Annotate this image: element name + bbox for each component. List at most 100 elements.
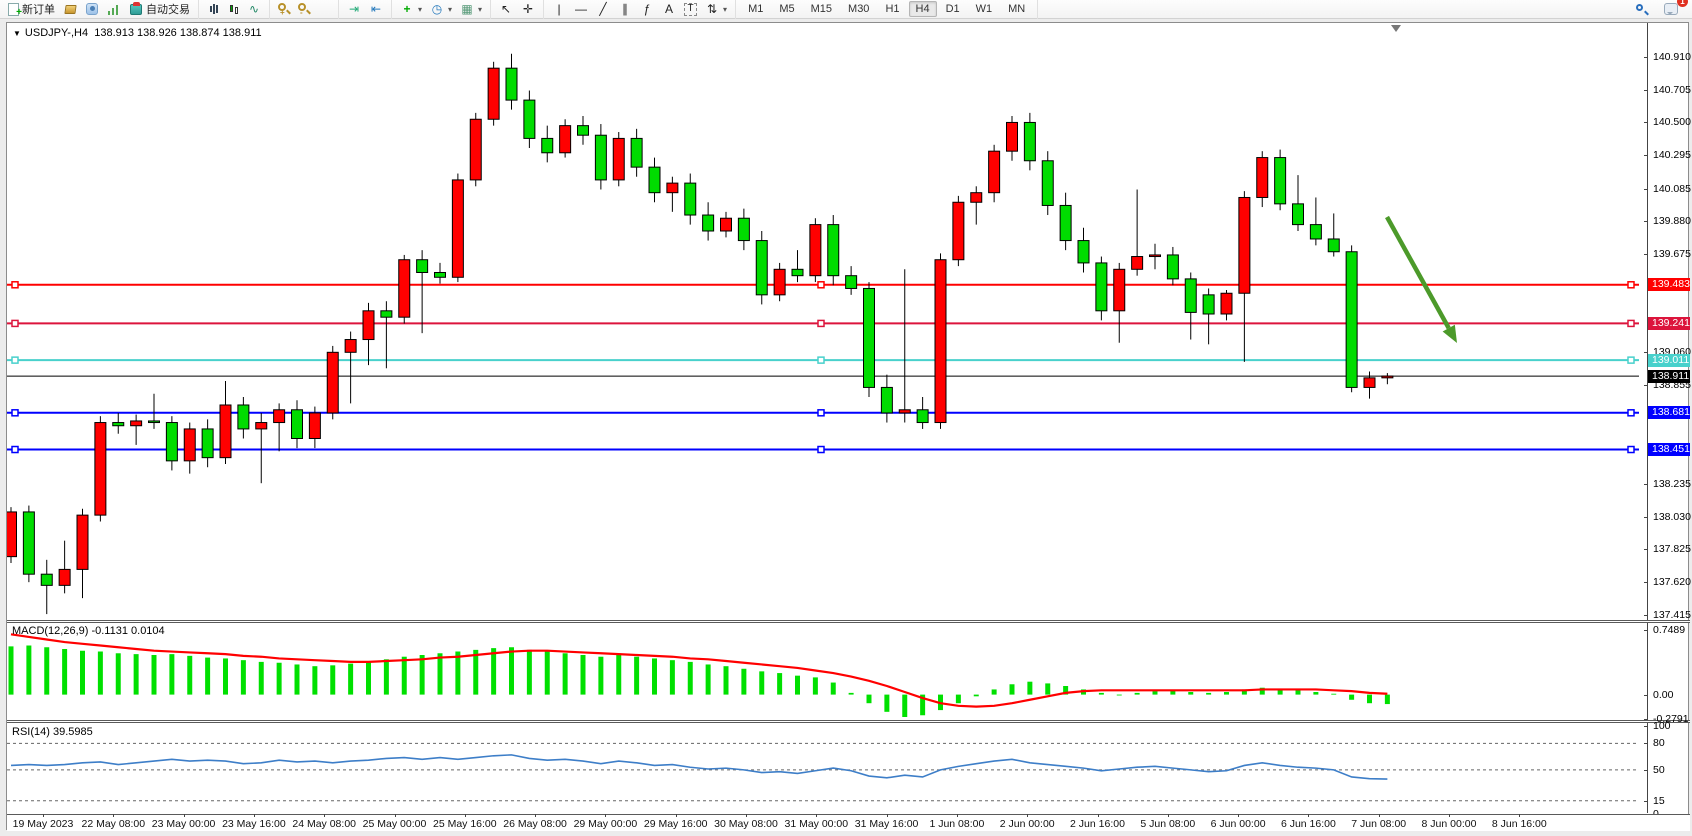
channel-tool-button[interactable]: ∥ [614,1,636,18]
timeframe-m1[interactable]: M1 [741,1,770,17]
zoom-out-button[interactable]: - [294,1,314,18]
price-tick: 140.085 [1648,183,1691,195]
timeframe-d1[interactable]: D1 [939,1,967,17]
candle-bear [881,387,892,413]
zoom-in-button[interactable]: + [274,1,294,18]
down-arrow-annotation[interactable] [1387,217,1449,328]
signals-button[interactable] [103,1,125,18]
hline-handle[interactable] [1628,282,1634,288]
candle-bull [899,410,910,413]
bar-chart-button[interactable] [203,1,225,18]
time-tick [605,814,606,817]
new-order-button[interactable]: 新订单 [4,1,59,18]
timeframe-w1[interactable]: W1 [969,1,1000,17]
hline-handle[interactable] [12,357,18,363]
timeframe-m15[interactable]: M15 [804,1,839,17]
candle-bear [1346,252,1357,388]
time-axis[interactable]: 19 May 202322 May 08:0023 May 00:0023 Ma… [7,814,1690,831]
rsi-pane[interactable] [7,724,1647,814]
candle-bull [184,429,195,461]
add-indicator-button[interactable]: +▾ [396,1,426,18]
hline-handle[interactable] [818,410,824,416]
label-tool-button[interactable]: T [680,1,701,18]
chat-button[interactable]: 1 [1660,1,1682,18]
hline-handle[interactable] [12,410,18,416]
hline-handle[interactable] [12,282,18,288]
candle-bear [1078,241,1089,263]
macd-tick: 0.00 [1648,689,1673,701]
timeframe-group: M1M5M15M30H1H4D1W1MN [736,0,1038,19]
pane-separator[interactable] [7,620,1690,623]
horizontal-line-icon: — [574,2,588,16]
auto-scroll-button[interactable]: ⇥ [343,1,365,18]
price-axis[interactable]: 140.910140.705140.500140.295140.085139.8… [1648,23,1690,813]
trendline-tool-button[interactable]: ╱ [592,1,614,18]
templates-button[interactable]: ▦▾ [456,1,486,18]
time-label: 8 Jun 16:00 [1492,818,1547,830]
candle-bull [1114,269,1125,311]
time-label: 24 May 08:00 [292,818,356,830]
chart-window[interactable]: ▼USDJPY-,H4 138.913 138.926 138.874 138.… [6,22,1689,830]
time-label: 26 May 08:00 [503,818,567,830]
candle-bear [578,126,589,136]
one-click-trading-toggle[interactable]: ▼ [13,29,21,38]
hline-handle[interactable] [1628,410,1634,416]
timeframe-h1[interactable]: H1 [878,1,906,17]
candle-bull [452,180,463,277]
metaeditor-button[interactable] [59,1,81,18]
signals-icon [108,3,120,15]
candle-bull [470,119,481,180]
time-label: 2 Jun 16:00 [1070,818,1125,830]
hline-handle[interactable] [12,447,18,453]
pane-separator[interactable] [7,720,1690,723]
time-label: 31 May 00:00 [784,818,848,830]
hline-handle[interactable] [818,357,824,363]
timeframe-m5[interactable]: M5 [772,1,801,17]
line-chart-button[interactable]: ∿ [243,1,265,18]
cursor-tool-button[interactable]: ↖ [495,1,517,18]
chart-shift-button[interactable]: ⇤ [365,1,387,18]
macd-pane[interactable] [7,624,1647,720]
candle-bull [1221,293,1232,314]
candle-bull [1150,255,1161,257]
community-button[interactable] [81,1,103,18]
timeframe-mn[interactable]: MN [1001,1,1032,17]
hline-handle[interactable] [818,282,824,288]
chart-shift-marker[interactable] [1391,25,1401,32]
new-order-label: 新订单 [22,1,55,17]
candle-bear [1185,279,1196,313]
hline-handle[interactable] [818,447,824,453]
timeframe-m30[interactable]: M30 [841,1,876,17]
hline-handle[interactable] [12,320,18,326]
time-label: 5 Jun 08:00 [1140,818,1195,830]
time-tick [395,814,396,817]
timeframe-h4[interactable]: H4 [909,1,937,17]
horizontal-line-tool-button[interactable]: — [570,1,592,18]
arrows-tool-button[interactable]: ⇅▾ [701,1,731,18]
tile-windows-button[interactable] [314,1,334,18]
time-tick [324,814,325,817]
fibonacci-tool-button[interactable]: ƒ [636,1,658,18]
text-tool-button[interactable]: A [658,1,680,18]
time-label: 23 May 00:00 [152,818,216,830]
hline-handle[interactable] [1628,320,1634,326]
candle-bear [631,138,642,167]
vertical-line-tool-button[interactable]: | [548,1,570,18]
candle-bull [309,413,320,439]
candlestick-chart-button[interactable] [225,1,243,18]
candle-bull [1382,376,1393,378]
autotrading-button[interactable]: 自动交易 [125,1,194,18]
time-tick [816,814,817,817]
hline-handle[interactable] [818,320,824,326]
crosshair-tool-button[interactable]: ✛ [517,1,539,18]
main-price-pane[interactable] [7,23,1647,620]
price-tick: 140.705 [1648,84,1691,96]
time-label: 29 May 00:00 [574,818,638,830]
hline-handle[interactable] [1628,447,1634,453]
search-button[interactable] [1631,1,1652,18]
community-icon [86,3,98,15]
hline-handle[interactable] [1628,357,1634,363]
chart-shift-icon: ⇤ [369,2,383,16]
periods-button[interactable]: ◷▾ [426,1,456,18]
text-icon: A [662,2,676,16]
